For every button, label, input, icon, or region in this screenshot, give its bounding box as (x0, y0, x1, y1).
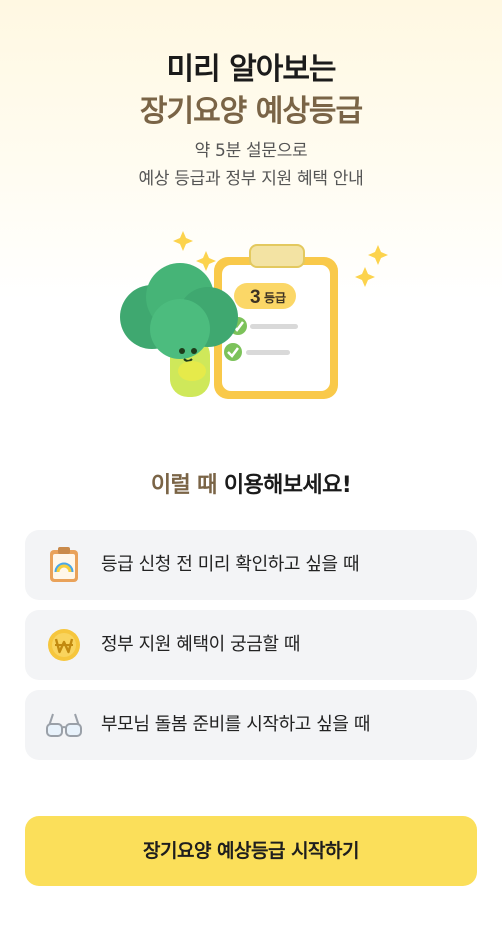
subtitle-line2: 예상 등급과 정부 지원 혜택 안내 (138, 169, 364, 189)
clipboard-chart-icon (50, 547, 78, 582)
use-case-card-benefits[interactable]: 정부 지원 혜택이 궁금할 때 (25, 610, 477, 680)
subtitle-line1: 약 5분 설문으로 (194, 141, 308, 161)
page-title-line1: 미리 알아보는 (166, 52, 336, 87)
start-button[interactable]: 장기요양 예상등급 시작하기 (25, 816, 477, 886)
grade-badge-number: 3 (250, 287, 261, 308)
grade-badge-suffix: 등급 (264, 291, 286, 305)
section-title: 이럴 때 이용해보세요! (0, 467, 502, 499)
section-title-rest: 이용해보세요! (216, 473, 352, 498)
section-title-accent: 이럴 때 (150, 473, 218, 498)
use-case-card-precheck[interactable]: 등급 신청 전 미리 확인하고 싶을 때 (25, 530, 477, 600)
won-coin-icon (48, 629, 80, 661)
glasses-icon (46, 713, 82, 737)
check-icon (224, 343, 242, 361)
hero-illustration: 3 등급 (110, 225, 400, 415)
use-case-label: 등급 신청 전 미리 확인하고 싶을 때 (101, 554, 360, 575)
use-case-label: 정부 지원 혜택이 궁금할 때 (101, 634, 301, 655)
use-case-label: 부모님 돌봄 준비를 시작하고 싶을 때 (101, 714, 371, 735)
use-case-card-care[interactable]: 부모님 돌봄 준비를 시작하고 싶을 때 (25, 690, 477, 760)
page-title-line2: 장기요양 예상등급 (139, 94, 363, 129)
hero-svg: 3 등급 (120, 231, 388, 399)
